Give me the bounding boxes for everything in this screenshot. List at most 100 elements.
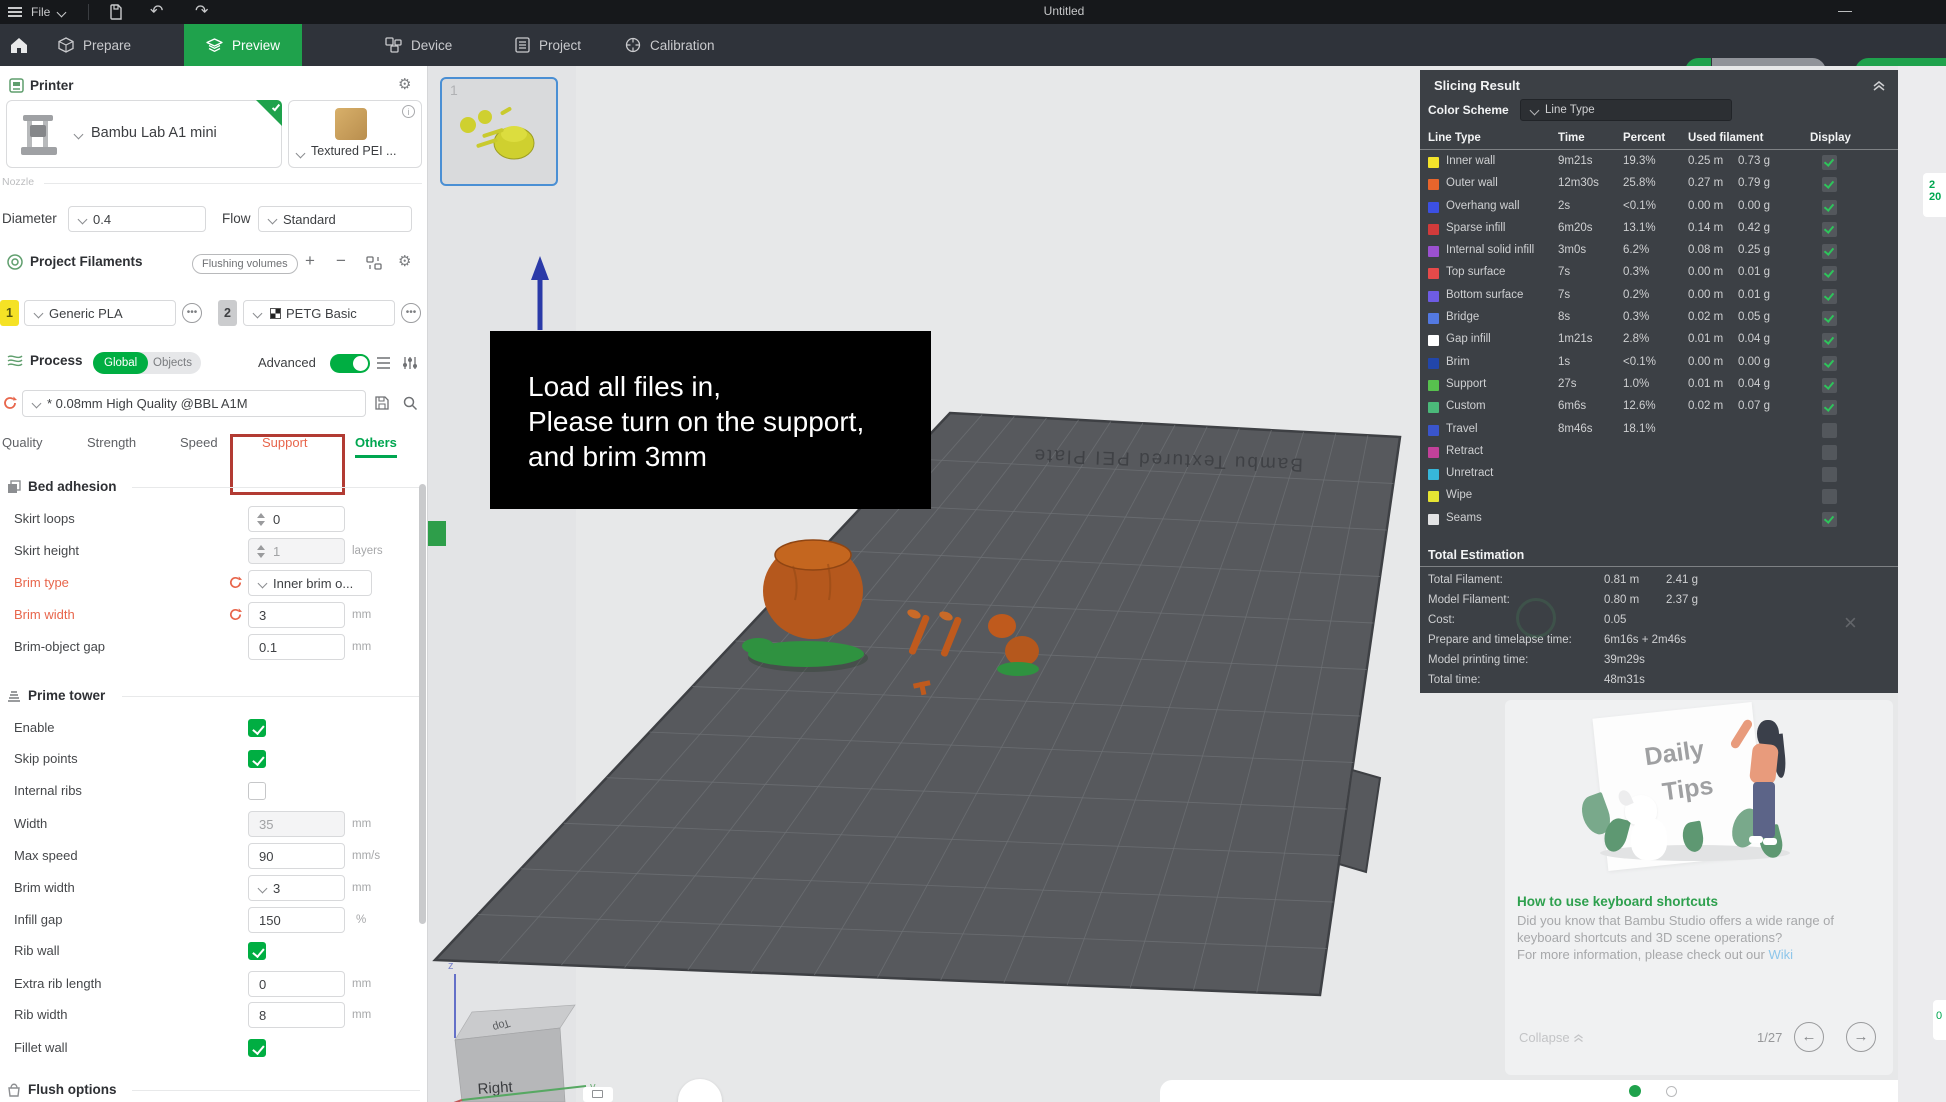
line-type-display-checkbox[interactable] xyxy=(1822,356,1837,371)
minimize-button[interactable]: — xyxy=(1838,2,1852,18)
z-axis-gizmo-arrow[interactable] xyxy=(531,256,549,330)
prime-brim-width-select[interactable]: 3 xyxy=(248,875,345,901)
width-input[interactable]: 35 xyxy=(248,811,345,837)
flushing-volumes-button[interactable]: Flushing volumes xyxy=(192,254,298,274)
flow-select[interactable]: Standard xyxy=(258,206,412,232)
printer-card[interactable]: Bambu Lab A1 mini xyxy=(6,100,282,168)
redo-icon[interactable]: ↷ xyxy=(195,1,208,21)
rib-width-input[interactable]: 8 xyxy=(248,1002,345,1028)
search-icon[interactable] xyxy=(402,395,418,411)
enable-checkbox[interactable] xyxy=(248,719,266,737)
filament-1-swatch[interactable]: 1 xyxy=(0,300,19,326)
filament-2-select[interactable]: PETG Basic xyxy=(243,300,395,326)
filament-sync-icon[interactable] xyxy=(366,255,382,271)
tab-prepare[interactable]: Prepare xyxy=(58,24,131,66)
tips-prev-button[interactable]: ← xyxy=(1794,1022,1824,1052)
printer-dropdown-chevron[interactable] xyxy=(74,130,84,140)
brim-width-reset-icon[interactable] xyxy=(228,607,243,622)
line-type-display-checkbox[interactable] xyxy=(1822,311,1837,326)
wiki-link[interactable]: Wiki xyxy=(1768,947,1793,962)
brim-type-reset-icon[interactable] xyxy=(228,575,243,590)
left-panel-scrollbar[interactable] xyxy=(419,484,426,924)
plate-type-card[interactable]: i Textured PEI ... xyxy=(288,100,422,168)
save-preset-icon[interactable] xyxy=(374,395,390,411)
line-type-display-checkbox[interactable] xyxy=(1822,289,1837,304)
line-type-display-checkbox[interactable] xyxy=(1822,378,1837,393)
collapse-tips-button[interactable]: Collapse xyxy=(1519,1030,1584,1045)
home-icon[interactable] xyxy=(10,37,28,54)
rib-wall-checkbox[interactable] xyxy=(248,942,266,960)
filament-1-options-button[interactable]: ••• xyxy=(182,303,202,323)
process-scope-objects[interactable]: Objects xyxy=(153,352,192,374)
filament-settings-gear-icon[interactable]: ⚙ xyxy=(398,254,411,270)
process-tab-speed[interactable]: Speed xyxy=(180,432,218,458)
line-type-display-checkbox[interactable] xyxy=(1822,445,1837,460)
tips-next-button[interactable]: → xyxy=(1846,1022,1876,1052)
color-scheme-select[interactable]: Line Type xyxy=(1520,99,1732,121)
line-type-display-checkbox[interactable] xyxy=(1822,244,1837,259)
line-type-display-checkbox[interactable] xyxy=(1822,489,1837,504)
line-type-display-checkbox[interactable] xyxy=(1822,200,1837,215)
parameter-list-icon[interactable] xyxy=(376,356,391,370)
line-type-display-checkbox[interactable] xyxy=(1822,266,1837,281)
line-type-display-checkbox[interactable] xyxy=(1822,512,1837,527)
internal-ribs-checkbox[interactable] xyxy=(248,782,266,800)
line-type-display-checkbox[interactable] xyxy=(1822,333,1837,348)
layer-slider-badge[interactable]: 2 20 xyxy=(1923,173,1946,217)
advanced-toggle[interactable] xyxy=(330,354,370,373)
extra-rib-length-input[interactable]: 0 xyxy=(248,971,345,997)
info-icon[interactable]: i xyxy=(402,105,415,118)
line-type-display-checkbox[interactable] xyxy=(1822,222,1837,237)
plate-thumbnail-1[interactable]: 1 xyxy=(440,77,558,186)
preset-reset-icon[interactable] xyxy=(2,395,18,411)
plate-type-dropd own-chevron[interactable] xyxy=(296,149,306,159)
process-tab-others[interactable]: Others xyxy=(355,432,397,458)
collapse-panel-icon[interactable] xyxy=(1872,79,1886,93)
process-tab-strength[interactable]: Strength xyxy=(87,432,136,458)
process-scope-toggle[interactable]: Global Objects xyxy=(93,352,201,374)
line-type-display-checkbox[interactable] xyxy=(1822,467,1837,482)
process-preset-select[interactable]: * 0.08mm High Quality @BBL A1M xyxy=(22,390,366,417)
tab-preview[interactable]: Preview xyxy=(184,24,302,66)
skirt-loops-input[interactable]: 0 xyxy=(248,506,345,532)
filament-1-select[interactable]: Generic PLA xyxy=(24,300,176,326)
fillet-wall-checkbox[interactable] xyxy=(248,1039,266,1057)
brim-type-select[interactable]: Inner brim o... xyxy=(248,570,372,596)
gizmo-cube-green[interactable] xyxy=(428,521,446,546)
process-tab-quality[interactable]: Quality xyxy=(2,432,42,458)
tune-icon[interactable] xyxy=(402,356,417,370)
remove-filament-button[interactable]: − xyxy=(336,251,346,271)
tip-heading[interactable]: How to use keyboard shortcuts xyxy=(1517,894,1718,909)
tab-project[interactable]: Project xyxy=(515,24,581,66)
printer-settings-gear-icon[interactable]: ⚙ xyxy=(398,77,411,93)
file-menu[interactable]: File xyxy=(8,0,50,24)
skirt-height-input[interactable]: 1 xyxy=(248,538,345,564)
line-type-display-checkbox[interactable] xyxy=(1822,423,1837,438)
diameter-select[interactable]: 0.4 xyxy=(68,206,206,232)
file-menu-chevron-icon[interactable] xyxy=(57,8,67,18)
skip-points-checkbox[interactable] xyxy=(248,750,266,768)
line-type-display-checkbox[interactable] xyxy=(1822,177,1837,192)
bottom-toolbar[interactable] xyxy=(1160,1080,1946,1102)
filament-2-swatch[interactable]: 2 xyxy=(218,300,237,326)
add-filament-button[interactable]: + xyxy=(305,251,315,271)
tab-calibration[interactable]: Calibration xyxy=(625,24,715,66)
view-cube[interactable]: Top Right z y xyxy=(440,960,596,1102)
toast-close-icon[interactable]: × xyxy=(1844,610,1857,636)
model-mushroom-large[interactable] xyxy=(742,540,868,672)
brim-width-input[interactable]: 3 xyxy=(248,602,345,628)
toolbar-gray-dot[interactable] xyxy=(1666,1086,1677,1097)
side-cut-badge[interactable]: 0 xyxy=(1933,1000,1946,1040)
infill-gap-input[interactable]: 150 xyxy=(248,907,345,933)
undo-icon[interactable]: ↶ xyxy=(150,1,163,21)
save-icon[interactable] xyxy=(108,4,124,20)
line-type-display-checkbox[interactable] xyxy=(1822,155,1837,170)
filament-2-options-button[interactable]: ••• xyxy=(401,303,421,323)
process-scope-global[interactable]: Global xyxy=(93,352,148,374)
line-type-display-checkbox[interactable] xyxy=(1822,400,1837,415)
small-toolbar-button[interactable] xyxy=(583,1087,613,1102)
toolbar-green-dot[interactable] xyxy=(1629,1085,1641,1097)
tab-device[interactable]: Device xyxy=(385,24,452,66)
max-speed-input[interactable]: 90 xyxy=(248,843,345,869)
brim-object-gap-input[interactable]: 0.1 xyxy=(248,634,345,660)
